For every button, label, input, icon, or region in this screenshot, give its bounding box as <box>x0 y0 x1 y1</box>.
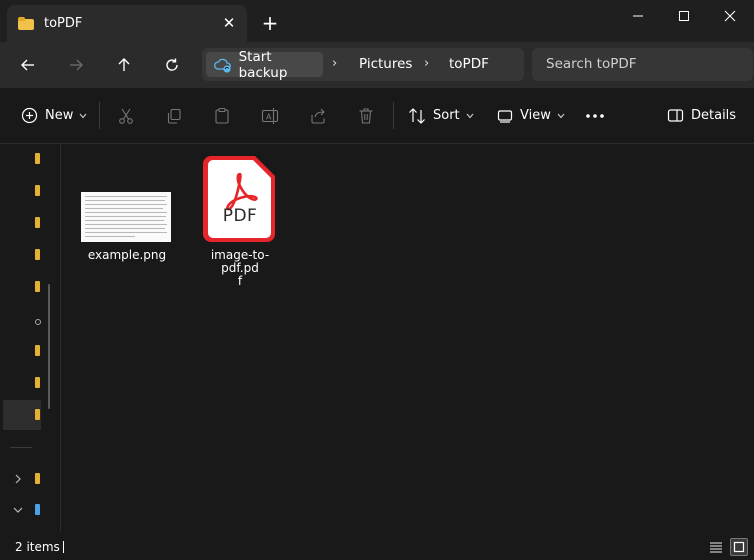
rename-icon: A <box>261 107 279 124</box>
file-name-line-2: f <box>237 274 243 288</box>
more-options-button[interactable] <box>585 88 605 143</box>
search-placeholder: Search toPDF <box>546 56 637 72</box>
chevron-down-icon <box>557 113 565 118</box>
folder-icon[interactable] <box>35 249 41 261</box>
share-button[interactable] <box>309 88 327 143</box>
large-icons-view-button[interactable] <box>730 538 748 556</box>
chevron-down-icon <box>466 113 474 118</box>
trash-icon <box>359 107 373 124</box>
share-icon <box>311 108 325 124</box>
paste-button[interactable] <box>213 88 231 143</box>
status-bar: 2 items <box>0 532 754 560</box>
example-png-thumbnail[interactable] <box>81 192 171 242</box>
address-row: Start backup › Pictures › toPDF Search t… <box>0 42 754 88</box>
arrow-up-icon <box>118 58 130 71</box>
file-name-image-to-pdf[interactable]: image-to-pdf.pd f <box>193 249 287 288</box>
tab-close-icon[interactable]: ✕ <box>220 14 238 32</box>
maximize-button[interactable] <box>661 6 707 26</box>
close-window-button[interactable] <box>707 6 753 26</box>
expand-chevron-right-icon[interactable] <box>11 472 25 486</box>
search-input[interactable]: Search toPDF <box>532 48 753 81</box>
refresh-button[interactable] <box>159 53 185 77</box>
collapse-chevron-down-icon[interactable] <box>11 503 25 517</box>
back-button[interactable] <box>15 53 41 77</box>
close-icon <box>724 10 736 22</box>
address-bar[interactable]: Start backup › Pictures › toPDF <box>202 48 524 81</box>
more-icon <box>586 113 604 118</box>
maximize-icon <box>679 11 689 21</box>
breadcrumb-pictures[interactable]: Pictures <box>359 56 412 72</box>
chevron-right-icon: › <box>424 56 430 71</box>
file-explorer-window: toPDF ✕ + Start backup › Pictures › toPD… <box>0 0 754 560</box>
divider <box>393 102 394 129</box>
new-button[interactable]: New <box>21 88 87 143</box>
tiles-view-icon <box>733 541 745 553</box>
view-icon <box>497 109 513 123</box>
sort-label: Sort <box>433 108 460 123</box>
start-backup-button[interactable]: Start backup <box>206 49 323 81</box>
folder-icon[interactable] <box>35 185 41 197</box>
sort-button[interactable]: Sort <box>408 88 474 143</box>
nav-scrollbar[interactable] <box>48 284 50 409</box>
folder-icon[interactable] <box>35 345 41 357</box>
list-view-icon <box>710 542 722 553</box>
refresh-icon <box>166 58 178 71</box>
new-label: New <box>45 108 74 123</box>
nav-divider <box>10 447 32 448</box>
divider <box>99 102 100 129</box>
details-label: Details <box>691 108 737 123</box>
navigation-pane <box>0 144 61 532</box>
music-icon[interactable] <box>35 315 41 327</box>
view-label: View <box>520 108 551 123</box>
details-view-button[interactable] <box>707 538 725 556</box>
cut-button[interactable] <box>117 88 135 143</box>
rename-button[interactable]: A <box>261 88 279 143</box>
details-button[interactable]: Details <box>667 88 736 143</box>
folder-icon <box>18 17 34 30</box>
folder-icon[interactable] <box>35 217 41 229</box>
chevron-down-icon <box>79 113 87 118</box>
item-count: 2 items <box>15 540 60 554</box>
pdf-badge-label: PDF <box>222 206 258 226</box>
pdf-file-icon[interactable] <box>203 154 277 244</box>
breadcrumb-topdf[interactable]: toPDF <box>449 56 489 72</box>
title-bar: toPDF ✕ + <box>0 0 754 42</box>
cloud-sync-icon <box>214 58 231 73</box>
copy-icon <box>167 108 181 124</box>
command-bar: New A Sort View Details <box>0 88 754 144</box>
up-button[interactable] <box>111 53 137 77</box>
start-backup-label: Start backup <box>238 48 288 81</box>
arrow-right-icon <box>70 59 83 71</box>
scissors-icon <box>119 108 133 124</box>
sort-icon <box>409 107 425 124</box>
tab-topdf[interactable]: toPDF ✕ <box>7 5 247 42</box>
clipboard-icon <box>215 107 229 124</box>
plus-circle-icon <box>21 107 38 124</box>
new-tab-button[interactable]: + <box>259 12 281 34</box>
file-name-example-png[interactable]: example.png <box>81 249 173 262</box>
svg-text:A: A <box>266 112 272 121</box>
arrow-left-icon <box>21 59 34 71</box>
minimize-icon <box>633 15 643 17</box>
chevron-right-icon: › <box>332 56 338 71</box>
folder-icon[interactable] <box>35 409 41 421</box>
minimize-button[interactable] <box>615 6 661 26</box>
file-name-line-1: image-to-pdf.pd <box>210 248 270 275</box>
delete-button[interactable] <box>357 88 375 143</box>
folder-icon[interactable] <box>35 281 41 293</box>
forward-button[interactable] <box>63 53 89 77</box>
folder-icon[interactable] <box>35 473 41 485</box>
folder-icon[interactable] <box>35 153 41 165</box>
details-pane-icon <box>667 109 684 122</box>
folder-icon[interactable] <box>35 377 41 389</box>
view-button[interactable]: View <box>497 88 565 143</box>
pc-icon[interactable] <box>35 504 41 516</box>
copy-button[interactable] <box>165 88 183 143</box>
text-cursor <box>63 541 64 553</box>
tab-title: toPDF <box>44 16 83 31</box>
